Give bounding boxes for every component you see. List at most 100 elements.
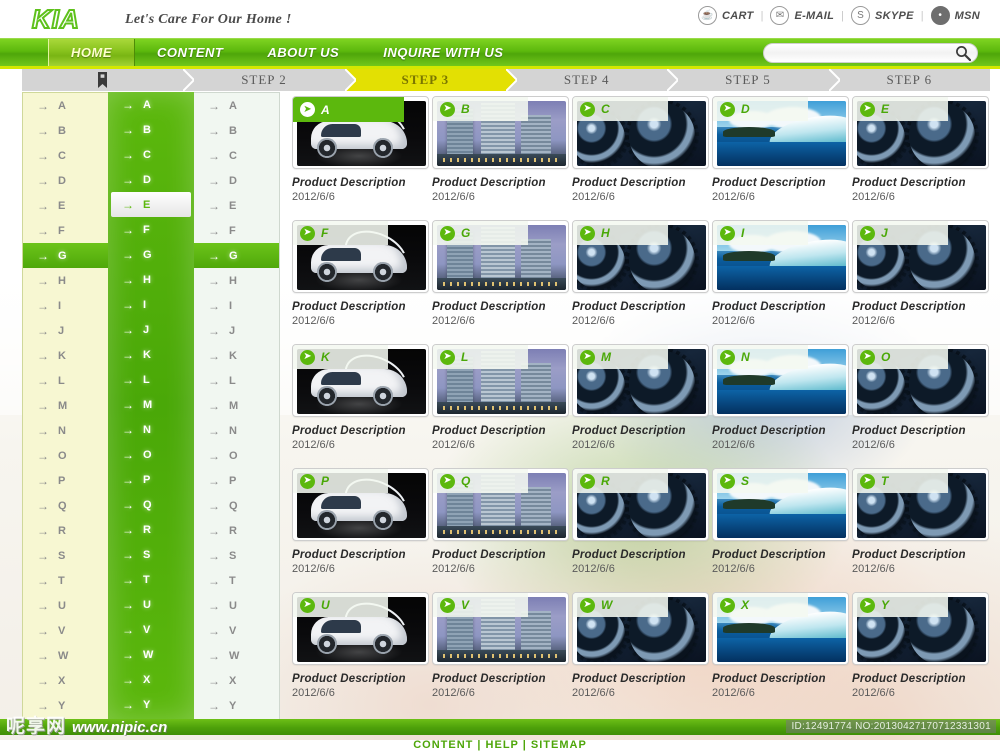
product-card-x[interactable]: ➤ X Product Description 2012/6/6 xyxy=(712,592,849,716)
product-title[interactable]: Product Description xyxy=(432,673,569,685)
footer-links[interactable]: CONTENT | HELP | SITEMAP xyxy=(0,737,1000,753)
sidebar-item-column-white-n[interactable]: → N xyxy=(194,418,279,443)
step-3[interactable]: STEP 3 xyxy=(344,69,517,91)
product-title[interactable]: Product Description xyxy=(852,301,989,313)
product-card-l[interactable]: ➤ L Product Description 2012/6/6 xyxy=(432,344,569,468)
product-thumbnail[interactable]: ➤ D xyxy=(712,96,849,169)
product-card-n[interactable]: ➤ N Product Description 2012/6/6 xyxy=(712,344,849,468)
product-title[interactable]: Product Description xyxy=(432,549,569,561)
product-title[interactable]: Product Description xyxy=(712,549,849,561)
sidebar-item-column-white-o[interactable]: → O xyxy=(194,443,279,468)
sidebar-item-column-cream-q[interactable]: → Q xyxy=(23,493,108,518)
site-logo[interactable]: KIA xyxy=(31,3,80,35)
product-thumbnail[interactable]: ➤ E xyxy=(852,96,989,169)
product-card-t[interactable]: ➤ T Product Description 2012/6/6 xyxy=(852,468,989,592)
sidebar-item-column-green-s[interactable]: → S xyxy=(108,542,194,567)
product-card-f[interactable]: ➤ F Product Description 2012/6/6 xyxy=(292,220,429,344)
sidebar-item-column-white-f[interactable]: → F xyxy=(194,218,279,243)
product-title[interactable]: Product Description xyxy=(572,425,709,437)
product-thumbnail[interactable]: ➤ Y xyxy=(852,592,989,665)
sidebar-item-column-white-i[interactable]: → I xyxy=(194,293,279,318)
sidebar-item-column-green-x[interactable]: → X xyxy=(108,667,194,692)
product-thumbnail[interactable]: ➤ R xyxy=(572,468,709,541)
product-title[interactable]: Product Description xyxy=(292,425,429,437)
product-thumbnail[interactable]: ➤ F xyxy=(292,220,429,293)
product-card-v[interactable]: ➤ V Product Description 2012/6/6 xyxy=(432,592,569,716)
product-card-w[interactable]: ➤ W Product Description 2012/6/6 xyxy=(572,592,709,716)
sidebar-item-column-cream-p[interactable]: → P xyxy=(23,468,108,493)
sidebar-item-column-cream-o[interactable]: → O xyxy=(23,443,108,468)
product-card-y[interactable]: ➤ Y Product Description 2012/6/6 xyxy=(852,592,989,716)
product-thumbnail[interactable]: ➤ O xyxy=(852,344,989,417)
product-thumbnail[interactable]: ➤ I xyxy=(712,220,849,293)
sidebar-item-column-green-v[interactable]: → V xyxy=(108,617,194,642)
sidebar-item-column-cream-d[interactable]: → D xyxy=(23,168,108,193)
product-title[interactable]: Product Description xyxy=(572,301,709,313)
header-link-skype[interactable]: S SKYPE xyxy=(845,6,920,25)
sidebar-item-column-green-w[interactable]: → W xyxy=(108,642,194,667)
product-card-d[interactable]: ➤ D Product Description 2012/6/6 xyxy=(712,96,849,220)
product-thumbnail[interactable]: ➤ C xyxy=(572,96,709,169)
product-thumbnail[interactable]: ➤ M xyxy=(572,344,709,417)
sidebar-item-column-cream-k[interactable]: → K xyxy=(23,343,108,368)
sidebar-item-column-white-m[interactable]: → M xyxy=(194,393,279,418)
product-thumbnail[interactable]: ➤ S xyxy=(712,468,849,541)
sidebar-item-column-white-e[interactable]: → E xyxy=(194,193,279,218)
sidebar-item-column-cream-c[interactable]: → C xyxy=(23,143,108,168)
sidebar-item-column-green-n[interactable]: → N xyxy=(108,417,194,442)
sidebar-item-column-cream-m[interactable]: → M xyxy=(23,393,108,418)
step-6[interactable]: STEP 6 xyxy=(828,69,990,91)
sidebar-item-column-cream-l[interactable]: → L xyxy=(23,368,108,393)
product-thumbnail[interactable]: ➤ Q xyxy=(432,468,569,541)
sidebar-item-column-cream-j[interactable]: → J xyxy=(23,318,108,343)
sidebar-item-column-white-h[interactable]: → H xyxy=(194,268,279,293)
sidebar-item-column-green-b[interactable]: → B xyxy=(108,117,194,142)
sidebar-item-column-green-u[interactable]: → U xyxy=(108,592,194,617)
product-card-c[interactable]: ➤ C Product Description 2012/6/6 xyxy=(572,96,709,220)
sidebar-item-column-cream-e[interactable]: → E xyxy=(23,193,108,218)
sidebar-item-column-green-i[interactable]: → I xyxy=(108,292,194,317)
sidebar-item-column-white-q[interactable]: → Q xyxy=(194,493,279,518)
sidebar-item-column-white-p[interactable]: → P xyxy=(194,468,279,493)
product-card-g[interactable]: ➤ G Product Description 2012/6/6 xyxy=(432,220,569,344)
product-thumbnail[interactable]: ➤ V xyxy=(432,592,569,665)
nav-item-content[interactable]: CONTENT xyxy=(135,39,245,67)
sidebar-item-column-white-v[interactable]: → V xyxy=(194,618,279,643)
product-title[interactable]: Product Description xyxy=(712,425,849,437)
product-title[interactable]: Product Description xyxy=(852,549,989,561)
search-input[interactable] xyxy=(763,43,978,63)
sidebar-item-column-white-l[interactable]: → L xyxy=(194,368,279,393)
sidebar-item-column-cream-r[interactable]: → R xyxy=(23,518,108,543)
header-link-e-mail[interactable]: ✉ E-MAIL xyxy=(764,6,840,25)
sidebar-item-column-white-s[interactable]: → S xyxy=(194,543,279,568)
product-card-p[interactable]: ➤ P Product Description 2012/6/6 xyxy=(292,468,429,592)
product-thumbnail[interactable]: ➤ N xyxy=(712,344,849,417)
sidebar-item-column-white-j[interactable]: → J xyxy=(194,318,279,343)
product-thumbnail[interactable]: ➤ J xyxy=(852,220,989,293)
sidebar-item-column-green-o[interactable]: → O xyxy=(108,442,194,467)
product-card-m[interactable]: ➤ M Product Description 2012/6/6 xyxy=(572,344,709,468)
product-thumbnail[interactable]: ➤ K xyxy=(292,344,429,417)
product-thumbnail[interactable]: ➤ H xyxy=(572,220,709,293)
product-thumbnail[interactable]: ➤ X xyxy=(712,592,849,665)
sidebar-item-column-cream-b[interactable]: → B xyxy=(23,118,108,143)
sidebar-item-column-cream-w[interactable]: → W xyxy=(23,643,108,668)
product-card-q[interactable]: ➤ Q Product Description 2012/6/6 xyxy=(432,468,569,592)
sidebar-item-column-cream-a[interactable]: → A xyxy=(23,93,108,118)
sidebar-item-column-green-e[interactable]: → E xyxy=(111,192,191,217)
sidebar-item-column-cream-s[interactable]: → S xyxy=(23,543,108,568)
sidebar-item-column-green-r[interactable]: → R xyxy=(108,517,194,542)
product-title[interactable]: Product Description xyxy=(852,425,989,437)
sidebar-item-column-green-t[interactable]: → T xyxy=(108,567,194,592)
product-title[interactable]: Product Description xyxy=(712,673,849,685)
sidebar-item-column-cream-g[interactable]: → G xyxy=(23,243,108,268)
product-thumbnail[interactable]: ➤ P xyxy=(292,468,429,541)
product-card-j[interactable]: ➤ J Product Description 2012/6/6 xyxy=(852,220,989,344)
sidebar-item-column-white-r[interactable]: → R xyxy=(194,518,279,543)
sidebar-item-column-white-w[interactable]: → W xyxy=(194,643,279,668)
product-card-e[interactable]: ➤ E Product Description 2012/6/6 xyxy=(852,96,989,220)
sidebar-item-column-cream-h[interactable]: → H xyxy=(23,268,108,293)
sidebar-item-column-white-g[interactable]: → G xyxy=(194,243,279,268)
product-title[interactable]: Product Description xyxy=(292,673,429,685)
sidebar-item-column-white-c[interactable]: → C xyxy=(194,143,279,168)
